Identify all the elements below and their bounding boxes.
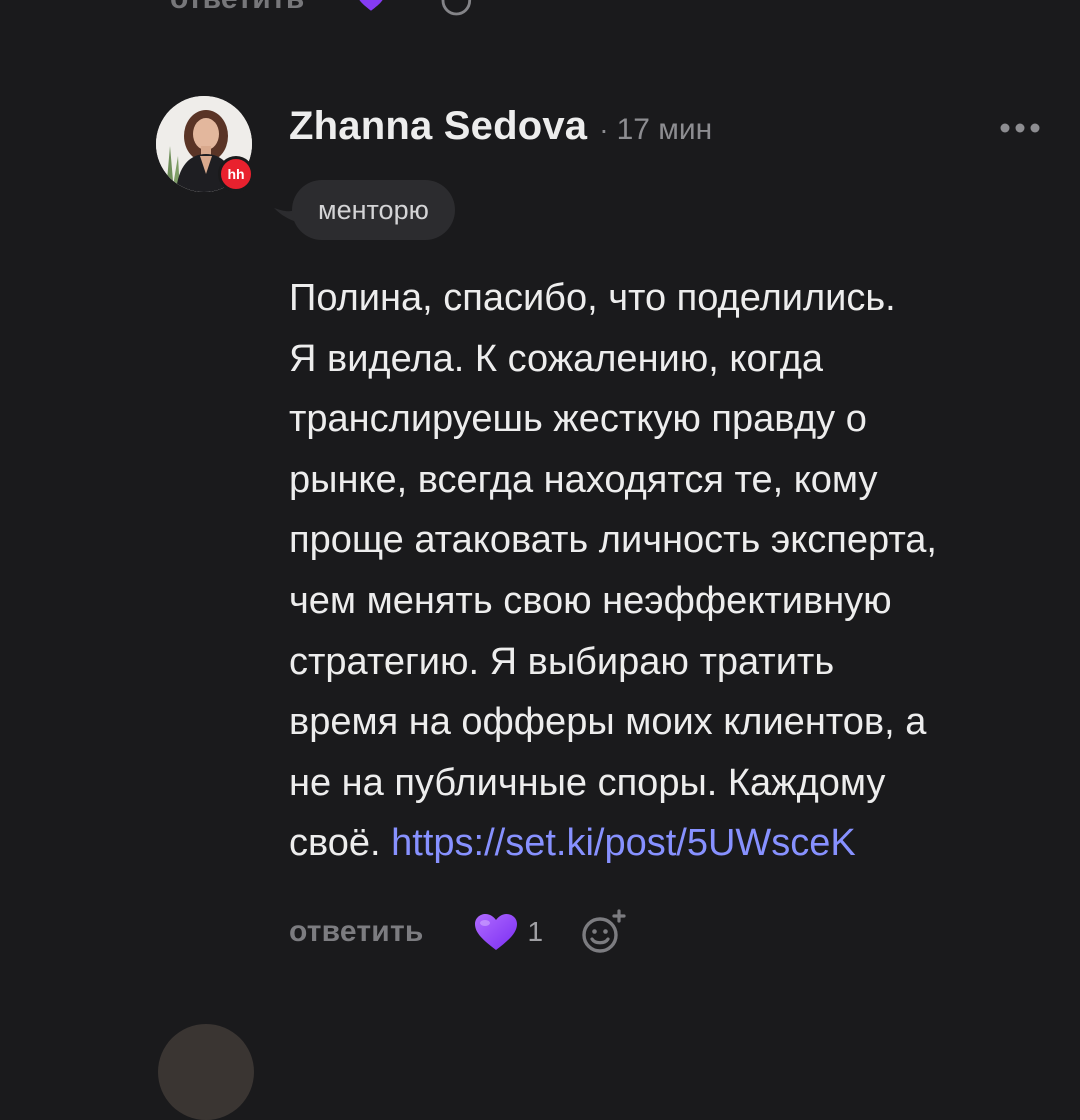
like-count: 1 [527,916,544,947]
body-line: проще атаковать личность эксперта, [289,519,937,562]
comment-actions: ответить 1 [289,900,627,964]
body-line: транслируешь жесткую правду о [289,398,867,441]
author-name[interactable]: Zhanna Sedova [289,104,587,149]
separator-dot: · [599,114,609,145]
prev-heart-icon[interactable] [356,0,386,13]
body-line-text: своё. [289,822,392,865]
prev-reply-button[interactable]: ответить [170,0,304,16]
comment-body: Полина, спасибо, что поделились. Я видел… [289,268,1049,874]
comment-header: Zhanna Sedova · 17 мин [289,104,712,156]
prev-comment-actions: ответить [170,0,478,20]
body-line: стратегию. Я выбираю тратить [289,640,835,683]
body-line: чем менять свою неэффективную [289,579,892,622]
body-line: не на публичные споры. Каждому [289,761,886,804]
hh-badge: hh [218,156,254,192]
body-line: Я видела. К сожалению, когда [289,337,824,380]
next-comment-avatar[interactable] [158,1024,254,1120]
add-reaction-icon[interactable] [579,908,627,956]
reply-button[interactable]: ответить [289,915,423,949]
body-line: рынке, всегда находятся те, кому [289,458,878,501]
like-button[interactable]: 1 [473,912,543,952]
more-icon[interactable] [998,118,1042,138]
body-line: Полина, спасибо, что поделились. [289,277,896,319]
tag-label: менторю [292,180,455,240]
heart-icon [475,914,518,950]
timestamp: 17 мин [616,113,713,146]
body-line: время на офферы моих клиентов, а [289,701,927,744]
post-link[interactable]: https://set.ki/post/5UWsceK [391,822,856,864]
prev-add-reaction-icon[interactable] [438,0,478,19]
body-line-last: своё. https://set.ki/post/5UWsceK [289,813,1049,874]
